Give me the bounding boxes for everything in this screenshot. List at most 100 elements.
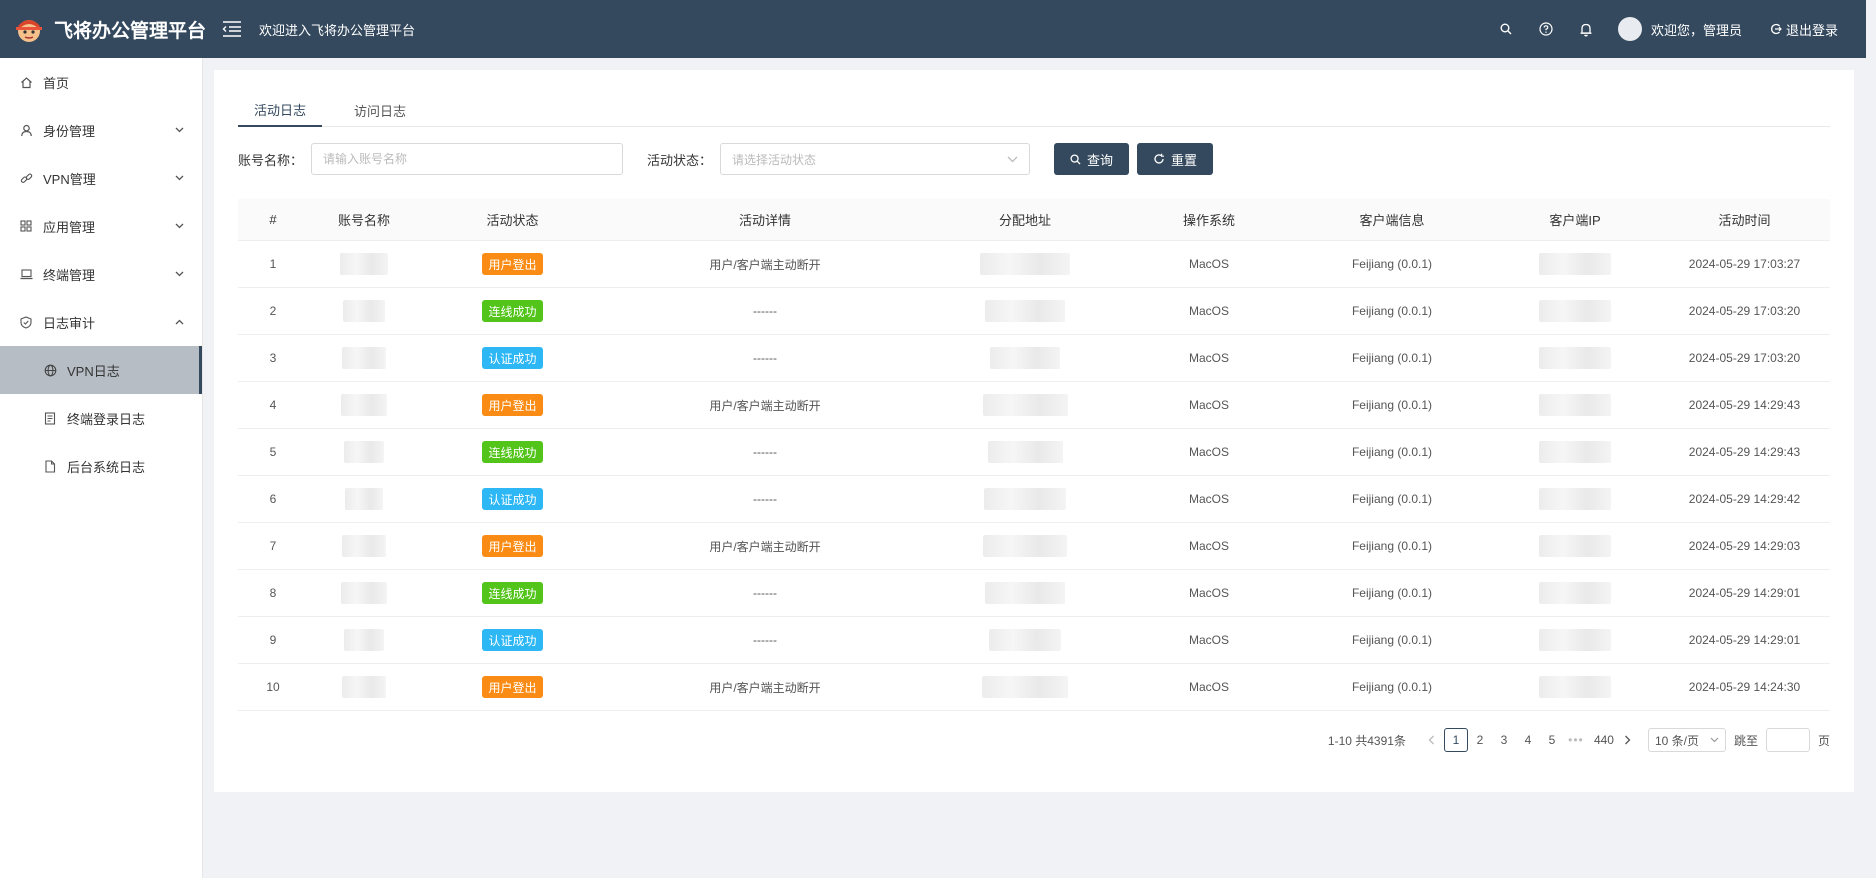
logout-button[interactable]: 退出登录 <box>1770 20 1838 39</box>
user-greeting: 欢迎您，管理员 <box>1650 22 1742 38</box>
page-5[interactable]: 5 <box>1540 728 1564 752</box>
cell-status: 认证成功 <box>420 617 605 663</box>
chevron-down-icon <box>1710 737 1719 743</box>
page-suffix: 页 <box>1817 733 1830 748</box>
page-size-select[interactable]: 10 条/页 <box>1647 728 1726 752</box>
jump-label: 跳至 <box>1733 733 1758 748</box>
cell-ip-redacted <box>1491 617 1659 663</box>
table-row[interactable]: 4 用户登出 用户/客户端主动断开 MacOS Feijiang (0.0.1) 2024… <box>238 382 1830 429</box>
menu-collapse-icon[interactable] <box>221 18 243 40</box>
cell-account-redacted <box>308 241 420 287</box>
app-title: 飞将办公管理平台 <box>54 20 207 42</box>
cell-client-info: Feijiang (0.0.1) <box>1351 304 1433 318</box>
table-row[interactable]: 3 认证成功 ------ MacOS Feijiang (0.0.1) 2024-05-… <box>238 335 1830 382</box>
tab-activity-log[interactable]: 活动日志 <box>238 94 323 127</box>
cell-client-info: Feijiang (0.0.1) <box>1351 586 1433 600</box>
cell-os: MacOS <box>1188 351 1229 365</box>
sidebar-item-system-log[interactable]: 后台系统日志 <box>0 442 202 490</box>
cell-os: MacOS <box>1188 633 1229 647</box>
status-badge: 连线成功 <box>482 300 543 322</box>
status-select[interactable]: 请选择活动状态 <box>720 143 1031 175</box>
sidebar-item-apps[interactable]: 应用管理 <box>0 202 202 250</box>
page-4[interactable]: 4 <box>1516 728 1540 752</box>
page-1[interactable]: 1 <box>1443 728 1468 752</box>
cell-address-redacted <box>925 382 1125 428</box>
table-row[interactable]: 2 连线成功 ------ MacOS Feijiang (0.0.1) 2024-05-… <box>238 288 1830 335</box>
table-row[interactable]: 6 认证成功 ------ MacOS Feijiang (0.0.1) 2024-05-… <box>238 476 1830 523</box>
tab-access-log[interactable]: 访问日志 <box>338 94 422 127</box>
cell-client-info: Feijiang (0.0.1) <box>1351 257 1433 271</box>
page-2[interactable]: 2 <box>1468 728 1492 752</box>
cell-detail: ------ <box>753 492 777 506</box>
cell-address-redacted <box>925 617 1125 663</box>
sidebar-item-vpn[interactable]: VPN管理 <box>0 154 202 202</box>
user-menu[interactable]: 欢迎您，管理员 <box>1617 17 1742 41</box>
logo[interactable]: 飞将办公管理平台 <box>0 12 207 46</box>
cell-detail: ------ <box>753 351 777 365</box>
table-row[interactable]: 5 连线成功 ------ MacOS Feijiang (0.0.1) 2024-05-… <box>238 429 1830 476</box>
bell-icon[interactable] <box>1566 0 1606 58</box>
col-header-client-ip: 客户端IP <box>1549 213 1601 228</box>
file-icon <box>43 459 57 473</box>
page-ellipsis[interactable]: ••• <box>1564 728 1588 752</box>
cell-address-redacted <box>925 429 1125 475</box>
cell-client-info: Feijiang (0.0.1) <box>1351 351 1433 365</box>
page-last[interactable]: 440 <box>1592 728 1616 752</box>
cell-ip-redacted <box>1491 241 1659 287</box>
laptop-icon <box>19 267 33 281</box>
cell-index: 6 <box>269 492 277 506</box>
sidebar-item-terminal-login-log[interactable]: 终端登录日志 <box>0 394 202 442</box>
cell-ip-redacted <box>1491 335 1659 381</box>
cell-client-info: Feijiang (0.0.1) <box>1351 398 1433 412</box>
status-badge: 连线成功 <box>482 441 543 463</box>
table-row[interactable]: 7 用户登出 用户/客户端主动断开 MacOS Feijiang (0.0.1) 2024… <box>238 523 1830 570</box>
col-header-detail: 活动详情 <box>738 213 791 228</box>
table-row[interactable]: 1 用户登出 用户/客户端主动断开 MacOS Feijiang (0.0.1) 2024… <box>238 241 1830 288</box>
cell-detail: 用户/客户端主动断开 <box>709 680 821 695</box>
sidebar-item-audit[interactable]: 日志审计 <box>0 298 202 346</box>
cell-detail: 用户/客户端主动断开 <box>709 539 821 554</box>
cell-detail: ------ <box>753 445 777 459</box>
sidebar-item-label: VPN日志 <box>67 363 120 379</box>
welcome-text: 欢迎进入飞将办公管理平台 <box>259 22 416 38</box>
table-row[interactable]: 8 连线成功 ------ MacOS Feijiang (0.0.1) 2024-05-… <box>238 570 1830 617</box>
total-count: 1-10 共4391条 <box>1327 733 1406 748</box>
sidebar-item-label: 首页 <box>43 75 70 91</box>
help-icon[interactable] <box>1526 0 1566 58</box>
cell-account-redacted <box>308 570 420 616</box>
cell-time: 2024-05-29 14:29:43 <box>1688 445 1801 459</box>
cell-index: 4 <box>269 398 277 412</box>
cell-account-redacted <box>308 523 420 569</box>
col-header-client-info: 客户端信息 <box>1359 213 1425 228</box>
sidebar-item-identity[interactable]: 身份管理 <box>0 106 202 154</box>
sidebar-item-terminal[interactable]: 终端管理 <box>0 250 202 298</box>
sidebar-item-vpn-log[interactable]: VPN日志 <box>0 346 202 394</box>
next-page-icon[interactable] <box>1616 728 1640 752</box>
cell-ip-redacted <box>1491 523 1659 569</box>
cell-status: 用户登出 <box>420 664 605 710</box>
search-button[interactable]: 查询 <box>1054 143 1130 175</box>
cell-index: 9 <box>269 633 277 647</box>
cell-address-redacted <box>925 476 1125 522</box>
activity-log-table: # 账号名称 活动状态 活动详情 分配地址 操作系统 客户端信息 客户端IP 活… <box>238 199 1830 711</box>
table-row[interactable]: 10 用户登出 用户/客户端主动断开 MacOS Feijiang (0.0.1) 202… <box>238 664 1830 711</box>
cell-time: 2024-05-29 14:29:42 <box>1688 492 1801 506</box>
account-name-input[interactable] <box>311 143 624 175</box>
table-row[interactable]: 9 认证成功 ------ MacOS Feijiang (0.0.1) 2024-05-… <box>238 617 1830 664</box>
cell-status: 认证成功 <box>420 476 605 522</box>
page-3[interactable]: 3 <box>1492 728 1516 752</box>
logout-label: 退出登录 <box>1785 22 1838 38</box>
cell-ip-redacted <box>1491 664 1659 710</box>
jump-page-input[interactable] <box>1765 728 1810 752</box>
chevron-down-icon <box>1007 156 1018 162</box>
reset-button[interactable]: 重置 <box>1137 143 1214 175</box>
status-badge: 连线成功 <box>482 582 543 604</box>
sidebar-item-home[interactable]: 首页 <box>0 58 202 106</box>
cell-index: 8 <box>269 586 277 600</box>
search-icon[interactable] <box>1486 0 1526 58</box>
table-header: # 账号名称 活动状态 活动详情 分配地址 操作系统 客户端信息 客户端IP 活… <box>238 199 1830 241</box>
prev-page-icon[interactable] <box>1420 728 1444 752</box>
cell-account-redacted <box>308 664 420 710</box>
cell-client-info: Feijiang (0.0.1) <box>1351 633 1433 647</box>
content-card: 活动日志 访问日志 账号名称： 活动状态： 请选择活动状态 查询 重置 # 账号… <box>214 70 1854 792</box>
